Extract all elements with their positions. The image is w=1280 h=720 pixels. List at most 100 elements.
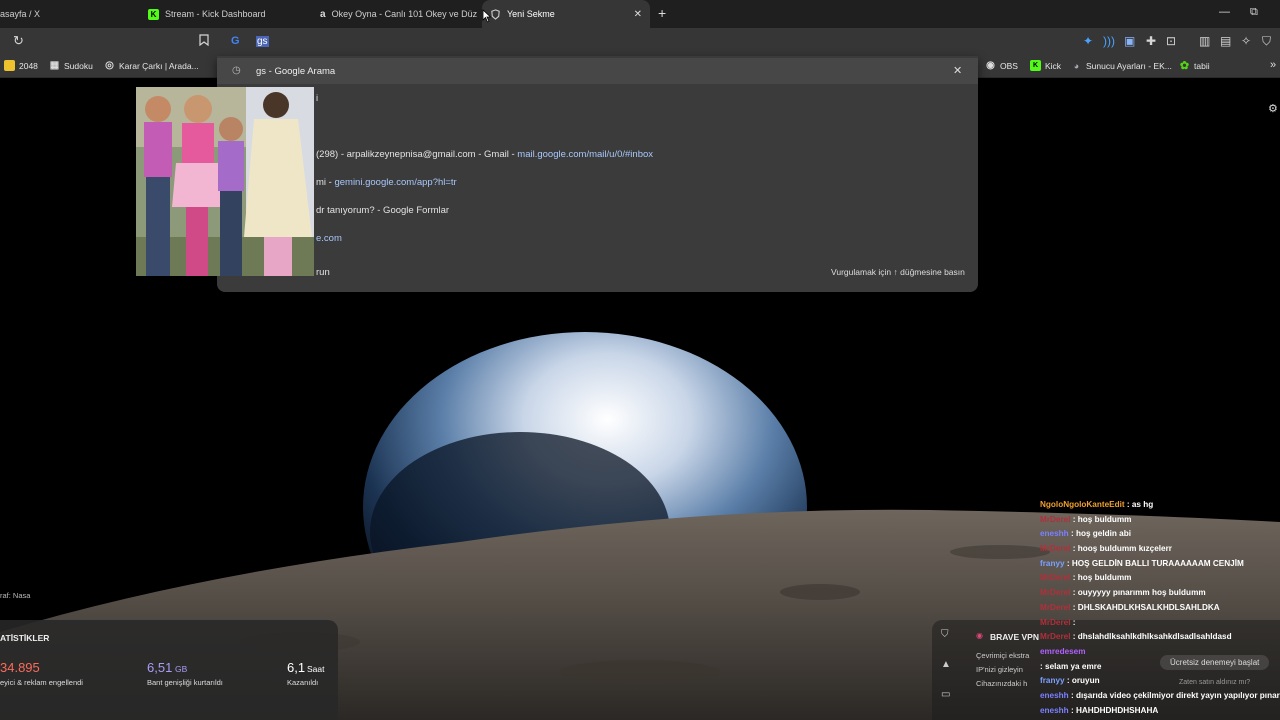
tab-kick-dashboard[interactable]: K Stream - Kick Dashboard (140, 0, 305, 28)
close-tab-icon[interactable]: ✕ (634, 9, 642, 20)
chat-username[interactable]: MrDerel (1040, 544, 1071, 553)
chat-text: ouyyyyy pınarımm hoş buldumm (1077, 588, 1206, 598)
wallet-icon[interactable]: ▤ (1220, 34, 1231, 48)
chat-username[interactable]: MrDerel (1040, 632, 1071, 641)
suggestion-search[interactable]: ◷ gs - Google Arama ✕ (217, 58, 978, 84)
audio-icon[interactable]: ))) (1103, 34, 1115, 48)
wheel-icon: ◎ (105, 60, 114, 71)
remove-suggestion-icon[interactable]: ✕ (953, 64, 962, 77)
bookmark-kick[interactable]: K Kick (1030, 60, 1061, 71)
blocked-count: 34.895 (0, 660, 40, 675)
chat-text: hooş buldumm kızçelerr (1077, 544, 1172, 554)
bookmark-icon[interactable] (199, 34, 209, 49)
mouse-cursor-icon (482, 9, 492, 23)
leo-ai-icon[interactable]: ✧ (1241, 34, 1251, 48)
bookmark-label: OBS (1000, 60, 1018, 71)
time-label: Kazanıldı (287, 678, 319, 687)
stats-title: ATİSTİKLER (0, 633, 50, 643)
obs-icon: ◉ (986, 60, 995, 71)
tab-label: Yeni Sekme (507, 9, 555, 19)
chat-message: eneshh : HAHDHDHDHSHAHA (1040, 704, 1280, 719)
suggestion-text: gs - Google Arama (256, 66, 336, 77)
bookmark-label: 2048 (19, 60, 38, 71)
bookmark-tabii[interactable]: ✿ tabii (1179, 60, 1210, 72)
extension-icon[interactable]: ▣ (1124, 34, 1135, 48)
chat-username[interactable]: emredesem (1040, 647, 1086, 656)
suggestion-url: gemini.google.com/app?hl=tr (334, 177, 457, 188)
vpn-feature-1: Çevrimiçi ekstra (976, 651, 1030, 660)
chat-username[interactable]: eneshh (1040, 706, 1069, 715)
bookmark-discord[interactable]: ◕ Sunucu Ayarları - EK... (1071, 60, 1172, 71)
discord-icon: ◕ (1073, 60, 1080, 71)
suggestion-run[interactable]: run (316, 267, 330, 278)
chat-username[interactable]: MrDerel (1040, 618, 1071, 627)
suggestion-partial: i (316, 93, 319, 104)
chat-separator: : (1064, 558, 1072, 568)
chat-username[interactable]: NgoloNgoloKanteEdit (1040, 500, 1125, 509)
more-bookmarks-icon[interactable]: » (1270, 59, 1276, 71)
suggestion-site[interactable]: e.com (316, 233, 342, 244)
chat-username[interactable]: eneshh (1040, 691, 1069, 700)
chat-username[interactable]: MrDerel (1040, 515, 1071, 524)
new-tab-icon[interactable]: + (658, 5, 666, 21)
chat-username[interactable]: eneshh (1040, 529, 1069, 538)
chat-text: HOŞ GELDİN BALLI TURAAAAAAM CENJİM (1071, 558, 1244, 568)
chat-separator: : (1070, 544, 1078, 554)
bookmark-label: tabii (1194, 60, 1210, 71)
reload-icon[interactable]: ↻ (13, 33, 24, 49)
chat-separator: : (1064, 676, 1072, 686)
tab-new-tab[interactable]: Yeni Sekme ✕ (482, 0, 650, 28)
omnibox-suggestions: ◷ gs - Google Arama ✕ i (298) - arpalikz… (217, 56, 978, 292)
chat-text: dhslahdlksahlkdhlksahkdlsadlsahldasd (1077, 632, 1232, 642)
chat-separator: : (1068, 690, 1076, 700)
maximize-icon[interactable]: ⧉ (1250, 6, 1258, 19)
bookmark-karar-carki[interactable]: ◎ Karar Çarkı | Arada... (104, 60, 199, 71)
suggestion-gmail[interactable]: (298) - arpalikzeynepnisa@gmail.com - Gm… (316, 149, 653, 160)
vpn-shield-icon: ⛉ (941, 629, 949, 640)
tab-x[interactable]: asayfa / X (0, 0, 130, 28)
shield-icon[interactable]: ⛉ (1262, 34, 1271, 49)
vpn-feature-2: IP'nizi gizleyin (976, 665, 1023, 674)
bookmark-obs[interactable]: ◉ OBS (985, 60, 1018, 71)
suggestion-gemini[interactable]: mi - gemini.google.com/app?hl=tr (316, 177, 457, 188)
chat-username[interactable]: MrDerel (1040, 603, 1071, 612)
chat-username[interactable]: MrDerel (1040, 573, 1071, 582)
tab-label: Stream - Kick Dashboard (165, 9, 266, 19)
chat-username[interactable]: MrDerel (1040, 588, 1071, 597)
translate-icon[interactable]: ✦ (1083, 34, 1093, 48)
chat-message: MrDerel : hooş buldumm kızçelerr (1040, 542, 1280, 557)
suggestion-url: mail.google.com/mail/u/0/#inbox (517, 149, 654, 160)
bookmark-sudoku[interactable]: ▦ Sudoku (49, 60, 93, 71)
tab-okey[interactable]: a Okey Oyna - Canlı 101 Okey ve Düz (312, 0, 477, 28)
chat-message: eneshh : hoş geldin abi (1040, 527, 1280, 542)
vpn-logo-icon: ◉ (976, 631, 983, 640)
time-unit: Saat (307, 664, 325, 674)
suggestion-forms[interactable]: dr tanıyorum? - Google Formlar (316, 205, 449, 216)
chat-text: HAHDHDHDHSHAHA (1075, 705, 1159, 715)
tab-strip: asayfa / X K Stream - Kick Dashboard a O… (0, 0, 1280, 28)
photo-credit: raf: Nasa (0, 591, 31, 600)
screenshot-icon[interactable]: ⊡ (1166, 34, 1176, 48)
omnibox-input[interactable]: gs (256, 36, 269, 47)
bookmark-label: Karar Çarkı | Arada... (119, 60, 199, 71)
chat-separator: : (1070, 602, 1078, 612)
bandwidth-unit: GB (175, 664, 188, 674)
chat-username[interactable]: franyy (1040, 559, 1065, 568)
suggestion-title: run (316, 267, 330, 278)
settings-gear-icon[interactable]: ⚙ (1268, 102, 1278, 115)
minimize-icon[interactable]: — (1219, 6, 1230, 18)
suggestion-title: dr tanıyorum? - Google Formlar (316, 205, 450, 216)
chat-message: franyy : oruyun (1040, 674, 1280, 689)
sidebar-icon[interactable]: ▥ (1199, 34, 1210, 48)
vpn-warning-icon: ▲ (941, 659, 951, 670)
tab-label: asayfa / X (0, 9, 41, 19)
chat-username[interactable]: franyy (1040, 676, 1065, 685)
okey-icon: a (320, 8, 326, 20)
puzzle-icon[interactable]: ✚ (1146, 34, 1156, 48)
chat-separator: : (1070, 632, 1078, 642)
kick-icon: K (148, 8, 159, 20)
chat-separator: : (1070, 617, 1076, 627)
chat-separator: : (1068, 705, 1076, 715)
bookmark-2048[interactable]: 2048 (4, 60, 38, 71)
keyboard-hint: Vurgulamak için ↑ düğmesine basın (831, 267, 965, 277)
